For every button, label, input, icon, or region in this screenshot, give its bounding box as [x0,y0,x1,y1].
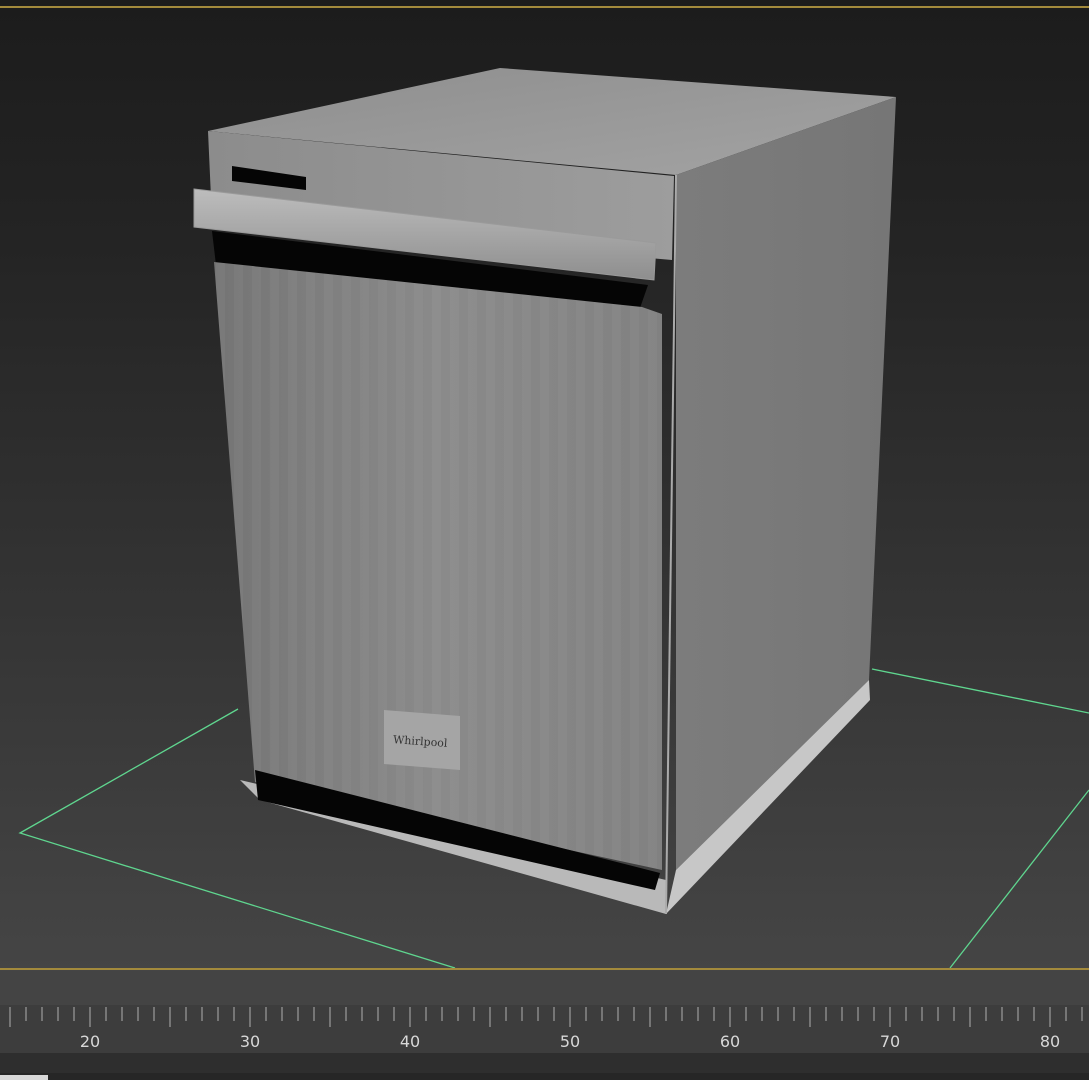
ruler-label: 20 [80,1032,100,1051]
dishwasher-model[interactable]: Whirlpool [193,68,896,915]
ruler-label: 60 [720,1032,740,1051]
ruler-label: 70 [880,1032,900,1051]
time-slider-thumb[interactable] [0,1075,48,1080]
time-ruler-ticks: 20 30 40 50 60 70 80 [9,1007,1083,1051]
timeline-track[interactable] [0,971,1089,1005]
dishwasher-side [676,97,896,870]
ruler-label: 40 [400,1032,420,1051]
ruler-label: 30 [240,1032,260,1051]
time-ruler[interactable]: 20 30 40 50 60 70 80 [0,1005,1089,1053]
status-bar-strip [0,1073,1089,1080]
viewport-active-border-bottom [0,968,1089,970]
brand-logo: Whirlpool [384,710,460,770]
viewport-scene: Whirlpool [18,68,1089,969]
3d-viewport[interactable]: Whirlpool [0,0,1089,971]
ruler-label: 50 [560,1032,580,1051]
viewport-active-border-top [0,6,1089,8]
ruler-label: 80 [1040,1032,1060,1051]
